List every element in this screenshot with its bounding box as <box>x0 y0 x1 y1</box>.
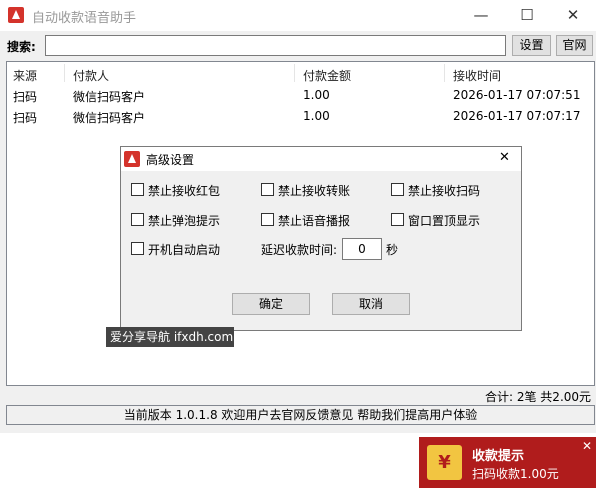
column-divider[interactable] <box>444 64 445 82</box>
cell-payer: 微信扫码客户 <box>73 90 146 104</box>
checkbox[interactable] <box>261 213 274 226</box>
checkbox-label: 禁止接收扫码 <box>408 184 481 198</box>
cell-amount: 1.00 <box>303 88 330 102</box>
column-header-time[interactable]: 接收时间 <box>453 67 501 84</box>
maximize-button[interactable]: ☐ <box>504 0 550 31</box>
search-input[interactable] <box>45 35 506 56</box>
column-header-source[interactable]: 来源 <box>13 67 37 84</box>
toast-title: 收款提示 <box>472 449 525 464</box>
checkbox[interactable] <box>131 213 144 226</box>
checkbox-block-red-packet[interactable]: 禁止接收红包 <box>131 182 251 198</box>
ok-button[interactable]: 确定 <box>232 293 310 315</box>
column-header-amount[interactable]: 付款金额 <box>303 67 351 84</box>
checkbox[interactable] <box>391 213 404 226</box>
dialog-close-button[interactable]: ✕ <box>499 150 510 165</box>
toast-message: 扫码收款1.00元 <box>472 467 559 481</box>
app-logo-icon <box>8 7 24 23</box>
payment-toast[interactable]: ¥ 收款提示 扫码收款1.00元 ✕ <box>419 437 596 488</box>
checkbox-label: 禁止弹泡提示 <box>148 214 221 228</box>
checkbox-auto-start[interactable]: 开机自动启动 <box>131 241 251 257</box>
summary-text: 合计: 2笔 共2.00元 <box>485 390 592 404</box>
toast-close-button[interactable]: ✕ <box>582 439 592 453</box>
column-header-payer[interactable]: 付款人 <box>73 67 109 84</box>
cell-time: 2026-01-17 07:07:51 <box>453 88 581 102</box>
status-bar: 当前版本 1.0.1.8 欢迎用户去官网反馈意见 帮助我们提高用户体验 <box>6 405 595 425</box>
advanced-settings-dialog: 高级设置 ✕ 禁止接收红包 禁止接收转账 禁止接收扫码 禁止弹泡提示 禁止语音播… <box>120 146 522 331</box>
app-logo-icon <box>124 151 140 167</box>
close-button[interactable]: ✕ <box>550 0 596 31</box>
checkbox-label: 开机自动启动 <box>148 243 221 257</box>
checkbox[interactable] <box>391 183 404 196</box>
checkbox-label: 禁止语音播报 <box>278 214 351 228</box>
cell-payer: 微信扫码客户 <box>73 111 146 125</box>
checkbox-label: 窗口置顶显示 <box>408 214 481 228</box>
cell-amount: 1.00 <box>303 109 330 123</box>
cell-source: 扫码 <box>13 111 38 125</box>
search-label: 搜索: <box>7 40 36 54</box>
checkbox[interactable] <box>131 242 144 255</box>
watermark: 爱分享导航 ifxdh.com <box>106 327 234 347</box>
checkbox-block-popup[interactable]: 禁止弹泡提示 <box>131 212 251 228</box>
website-button[interactable]: 官网 <box>556 35 593 56</box>
checkbox-block-scan[interactable]: 禁止接收扫码 <box>391 182 511 198</box>
cancel-button[interactable]: 取消 <box>332 293 410 315</box>
checkbox-label: 禁止接收红包 <box>148 184 221 198</box>
delay-unit: 秒 <box>386 243 399 257</box>
yen-icon: ¥ <box>427 445 462 480</box>
cell-source: 扫码 <box>13 90 38 104</box>
cell-time: 2026-01-17 07:07:17 <box>453 109 581 123</box>
checkbox-block-transfer[interactable]: 禁止接收转账 <box>261 182 381 198</box>
window-title: 自动收款语音助手 <box>32 11 137 26</box>
checkbox[interactable] <box>261 183 274 196</box>
delay-label: 延迟收款时间: <box>261 243 338 257</box>
column-divider[interactable] <box>64 64 65 82</box>
dialog-title: 高级设置 <box>146 153 195 167</box>
title-bar[interactable]: 自动收款语音助手 — ☐ ✕ <box>0 0 596 31</box>
delay-input[interactable]: 0 <box>342 238 382 260</box>
table-row[interactable]: 扫码 微信扫码客户 1.00 2026-01-17 07:07:51 <box>7 88 594 108</box>
table-row[interactable]: 扫码 微信扫码客户 1.00 2026-01-17 07:07:17 <box>7 109 594 129</box>
checkbox-label: 禁止接收转账 <box>278 184 351 198</box>
dialog-title-bar[interactable]: 高级设置 ✕ <box>121 147 521 171</box>
column-divider[interactable] <box>294 64 295 82</box>
checkbox-block-voice[interactable]: 禁止语音播报 <box>261 212 381 228</box>
checkbox-always-on-top[interactable]: 窗口置顶显示 <box>391 212 511 228</box>
checkbox[interactable] <box>131 183 144 196</box>
minimize-button[interactable]: — <box>458 0 504 31</box>
settings-button[interactable]: 设置 <box>512 35 551 56</box>
